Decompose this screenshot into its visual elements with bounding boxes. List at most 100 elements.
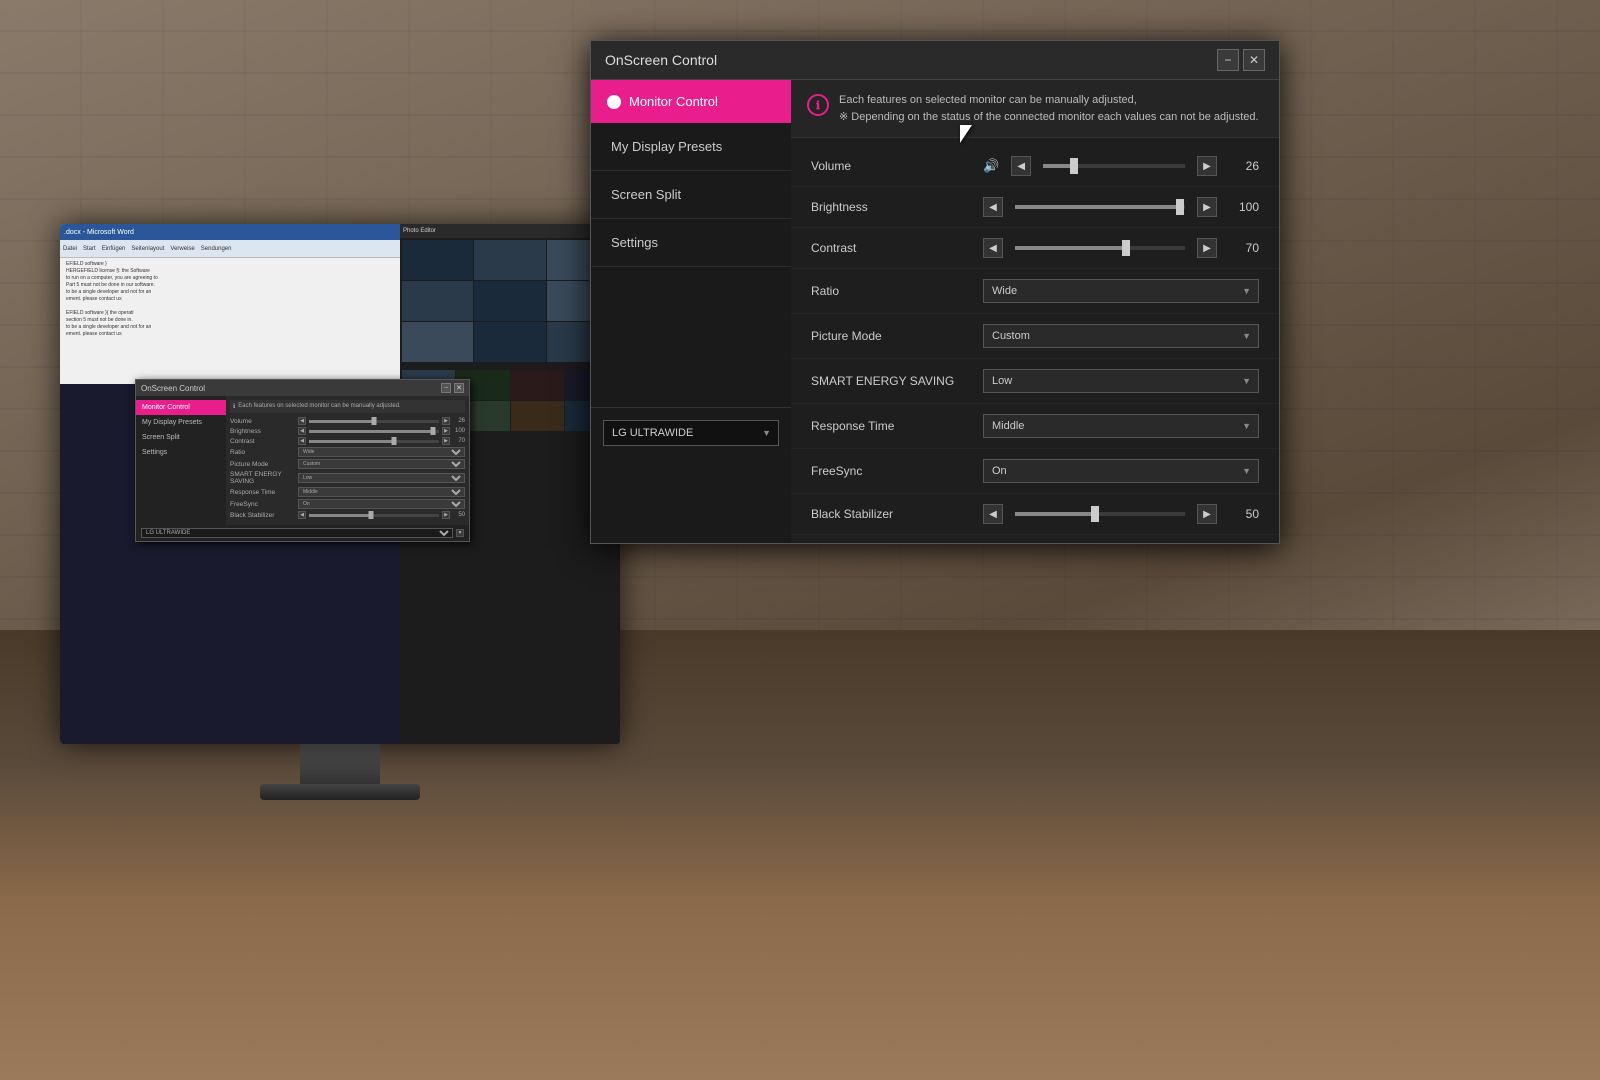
small-ratio-row: Ratio Wide [230, 447, 465, 457]
small-osc-close-btn[interactable]: ✕ [454, 383, 464, 393]
volume-icon: 🔊 [983, 158, 999, 174]
volume-decrease-btn[interactable]: ◀ [1011, 156, 1031, 176]
small-photos-titlebar: Photo Editor Settings [400, 224, 620, 238]
freesync-row: FreeSync On Off [791, 449, 1279, 494]
small-volume-increase[interactable]: ▶ [442, 417, 450, 425]
small-volume-decrease[interactable]: ◀ [298, 417, 306, 425]
volume-value: 26 [1229, 159, 1259, 173]
photo-small [511, 401, 564, 431]
small-black-stabilizer-slider[interactable] [309, 514, 439, 517]
black-stabilizer-slider[interactable] [1015, 512, 1185, 516]
small-sidebar-item-monitor-control[interactable]: Monitor Control [136, 400, 226, 415]
small-brightness-row: Brightness ◀ ▶ 100 [230, 427, 465, 435]
small-volume-row: Volume ◀ ▶ 26 [230, 417, 465, 425]
volume-slider[interactable] [1043, 164, 1185, 168]
small-photos-grid [400, 238, 620, 364]
small-brightness-slider[interactable] [309, 430, 439, 433]
small-smart-energy-label: SMART ENERGY SAVING [230, 471, 295, 485]
small-contrast-decrease[interactable]: ◀ [298, 437, 306, 445]
ratio-label: Ratio [811, 284, 971, 298]
small-picture-mode-select[interactable]: Custom [298, 459, 465, 469]
brightness-row: Brightness ◀ ▶ 100 [791, 187, 1279, 228]
small-smart-energy-select[interactable]: Low [298, 473, 465, 483]
black-stabilizer-increase-btn[interactable]: ▶ [1197, 504, 1217, 524]
picture-mode-label: Picture Mode [811, 329, 971, 343]
picture-mode-row: Picture Mode Custom Vivid HDR Effect Rea… [791, 314, 1279, 359]
contrast-label: Contrast [811, 241, 971, 255]
small-monitor-select[interactable]: LG ULTRAWIDE [141, 528, 453, 538]
monitor-stand [300, 744, 380, 784]
volume-increase-btn[interactable]: ▶ [1197, 156, 1217, 176]
ratio-select[interactable]: Wide 4:3 Original Cinema 1 Cinema 2 1:1 [983, 279, 1259, 303]
photo-thumb [402, 322, 473, 362]
small-black-stabilizer-value: 50 [453, 512, 465, 518]
small-black-stabilizer-decrease[interactable]: ◀ [298, 511, 306, 519]
small-monitor: .docx - Microsoft Word ✕ Datei Start Ein… [60, 224, 620, 800]
small-contrast-row: Contrast ◀ ▶ 70 [230, 437, 465, 445]
contrast-decrease-btn[interactable]: ◀ [983, 238, 1003, 258]
main-monitor-select[interactable]: LG ULTRAWIDE [603, 420, 779, 446]
small-brightness-increase[interactable]: ▶ [442, 427, 450, 435]
main-monitor-select-wrapper: LG ULTRAWIDE [603, 420, 779, 446]
small-monitor-select-arrow[interactable]: ▼ [456, 529, 464, 537]
black-stabilizer-value: 50 [1229, 507, 1259, 521]
photo-thumb [402, 240, 473, 280]
small-osc-minimize-btn[interactable]: − [441, 383, 451, 393]
photo-thumb [474, 240, 545, 280]
contrast-row: Contrast ◀ ▶ 70 [791, 228, 1279, 269]
info-text: Each features on selected monitor can be… [839, 92, 1259, 125]
small-brightness-decrease[interactable]: ◀ [298, 427, 306, 435]
small-black-stabilizer-label: Black Stabilizer [230, 512, 295, 519]
smart-energy-row: SMART ENERGY SAVING Low Off High Auto [791, 359, 1279, 404]
volume-row: Volume 🔊 ◀ ▶ 26 [791, 146, 1279, 187]
sidebar-item-monitor-control[interactable]: Monitor Control [591, 80, 791, 123]
small-sidebar-item-screen-split[interactable]: Screen Split [136, 430, 226, 445]
smart-energy-select[interactable]: Low Off High Auto [983, 369, 1259, 393]
small-contrast-label: Contrast [230, 438, 295, 445]
black-stabilizer-decrease-btn[interactable]: ◀ [983, 504, 1003, 524]
small-brightness-label: Brightness [230, 428, 295, 435]
main-osc-title: OnScreen Control [605, 52, 717, 68]
brightness-increase-btn[interactable]: ▶ [1197, 197, 1217, 217]
main-osc-sidebar: Monitor Control My Display Presets Scree… [591, 80, 791, 543]
sidebar-item-my-display-presets[interactable]: My Display Presets [591, 123, 791, 171]
small-ratio-select[interactable]: Wide [298, 447, 465, 457]
response-time-row: Response Time Middle Fast Faster Normal [791, 404, 1279, 449]
brightness-slider[interactable] [1015, 205, 1185, 209]
main-osc-close-btn[interactable]: ✕ [1243, 49, 1265, 71]
small-black-stabilizer-increase[interactable]: ▶ [442, 511, 450, 519]
small-response-time-row: Response Time Middle [230, 487, 465, 497]
main-osc-titlebar-buttons: − ✕ [1217, 49, 1265, 71]
sidebar-display-presets-label: My Display Presets [611, 139, 722, 154]
contrast-value: 70 [1229, 241, 1259, 255]
sidebar-item-screen-split[interactable]: Screen Split [591, 171, 791, 219]
main-osc-minimize-btn[interactable]: − [1217, 49, 1239, 71]
monitor-base [260, 784, 420, 800]
black-stabilizer-row: Black Stabilizer ◀ ▶ 50 [791, 494, 1279, 535]
main-osc-body: Monitor Control My Display Presets Scree… [591, 80, 1279, 543]
sidebar-item-settings[interactable]: Settings [591, 219, 791, 267]
main-osc-info-bar: ℹ Each features on selected monitor can … [791, 80, 1279, 138]
response-time-select[interactable]: Middle Fast Faster Normal [983, 414, 1259, 438]
small-volume-slider[interactable] [309, 420, 439, 423]
small-sidebar-item-settings[interactable]: Settings [136, 445, 226, 460]
brightness-label: Brightness [811, 200, 971, 214]
brightness-decrease-btn[interactable]: ◀ [983, 197, 1003, 217]
small-sidebar-item-display-presets[interactable]: My Display Presets [136, 415, 226, 430]
freesync-select[interactable]: On Off [983, 459, 1259, 483]
small-freesync-label: FreeSync [230, 501, 295, 508]
small-osc-titlebar: OnScreen Control − ✕ [136, 380, 469, 396]
small-osc-footer: LG ULTRAWIDE ▼ [136, 525, 469, 541]
small-contrast-slider[interactable] [309, 440, 439, 443]
freesync-select-wrapper: On Off [983, 459, 1259, 483]
main-osc-window: OnScreen Control − ✕ Monitor Control My … [590, 40, 1280, 544]
contrast-increase-btn[interactable]: ▶ [1197, 238, 1217, 258]
small-freesync-select[interactable]: On [298, 499, 465, 509]
small-contrast-value: 70 [453, 438, 465, 444]
small-contrast-increase[interactable]: ▶ [442, 437, 450, 445]
photo-small [511, 370, 564, 400]
small-volume-label: Volume [230, 418, 295, 425]
contrast-slider[interactable] [1015, 246, 1185, 250]
small-response-time-select[interactable]: Middle [298, 487, 465, 497]
picture-mode-select[interactable]: Custom Vivid HDR Effect Reader Cinema [983, 324, 1259, 348]
